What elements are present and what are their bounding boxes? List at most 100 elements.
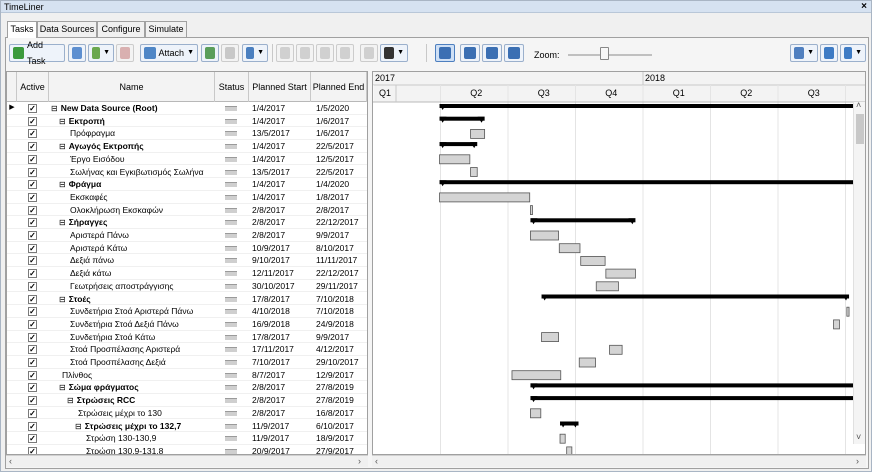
- task-name[interactable]: Σωλήνας και Εγκιβωτισμός Σωλήνα: [67, 166, 215, 180]
- planned-start-cell[interactable]: 11/9/2017: [252, 432, 289, 445]
- view-planned-button[interactable]: [460, 44, 480, 62]
- active-checkbox[interactable]: ✓: [28, 243, 37, 253]
- collapse-toggle-icon[interactable]: ⊟: [67, 396, 74, 405]
- tab-tasks[interactable]: Tasks: [7, 21, 37, 38]
- planned-end-cell[interactable]: 22/5/2017: [316, 140, 354, 153]
- view-actual-button[interactable]: [482, 44, 502, 62]
- planned-start-cell[interactable]: 2/8/2017: [252, 407, 285, 420]
- planned-start-cell[interactable]: 1/4/2017: [252, 102, 285, 115]
- table-row[interactable]: ✓ Σωλήνας και Εγκιβωτισμός Σωλήνα 13/5/201…: [7, 166, 367, 180]
- task-name[interactable]: ⊟ Φράγμα: [59, 178, 215, 192]
- filter-button[interactable]: ▼: [790, 44, 818, 62]
- planned-start-cell[interactable]: 8/7/2017: [252, 369, 285, 382]
- active-checkbox[interactable]: ✓: [28, 421, 37, 431]
- planned-start-cell[interactable]: 1/4/2017: [252, 140, 285, 153]
- planned-end-cell[interactable]: 18/9/2017: [316, 432, 354, 445]
- planned-start-cell[interactable]: 13/5/2017: [252, 127, 290, 140]
- active-checkbox[interactable]: ✓: [28, 294, 37, 304]
- table-row[interactable]: ✓ Γεωτρήσεις αποστράγγισης 30/10/2017 29/11…: [7, 280, 367, 293]
- planned-start-cell[interactable]: 9/10/2017: [252, 254, 290, 267]
- task-name[interactable]: Εκσκαφές: [67, 191, 215, 205]
- task-name[interactable]: ⊟ Στρώσεις μέχρι το 132,7: [75, 420, 215, 434]
- active-checkbox[interactable]: ✓: [28, 142, 37, 152]
- table-row[interactable]: ✓ Συνδετήρια Στοά Αριστερά Πάνω 4/10/2018 7…: [7, 305, 367, 319]
- table-row[interactable]: ✓ ⊟ Στοές 17/8/2017 7/10/2018: [7, 293, 367, 306]
- active-checkbox[interactable]: ✓: [28, 205, 37, 215]
- table-row[interactable]: ✓ ⊟ Στρώσεις μέχρι το 132,7 11/9/2017 6/10/2…: [7, 420, 367, 434]
- table-row[interactable]: ✓ Εκσκαφές 1/4/2017 1/8/2017: [7, 191, 367, 205]
- planned-start-cell[interactable]: 10/9/2017: [252, 242, 290, 255]
- table-row[interactable]: ▶ ✓ ⊟ New Data Source (Root) 1/4/2017 1/5/202…: [7, 102, 367, 115]
- planned-start-cell[interactable]: 13/5/2017: [252, 166, 290, 179]
- attach-button[interactable]: Attach ▼: [140, 44, 198, 62]
- task-name[interactable]: ⊟ Στρώσεις RCC: [67, 394, 215, 408]
- active-checkbox[interactable]: ✓: [28, 218, 37, 228]
- table-row[interactable]: ✓ Στρώσεις μέχρι το 130 2/8/2017 16/8/2017: [7, 407, 367, 421]
- view-both-button[interactable]: [504, 44, 524, 62]
- auto-attach-button[interactable]: [201, 44, 219, 62]
- move-up-button[interactable]: [276, 44, 294, 62]
- view-gantt-button[interactable]: [435, 44, 455, 62]
- planned-start-cell[interactable]: 2/8/2017: [252, 394, 285, 407]
- scrollbar-thumb[interactable]: [856, 114, 864, 144]
- active-checkbox[interactable]: ✓: [28, 358, 37, 367]
- collapse-toggle-icon[interactable]: ⊟: [51, 104, 58, 113]
- table-row[interactable]: ✓ ⊟ Φράγμα 1/4/2017 1/4/2020: [7, 178, 367, 192]
- planned-start-cell[interactable]: 1/4/2017: [252, 191, 285, 204]
- active-checkbox[interactable]: ✓: [28, 167, 37, 177]
- collapse-toggle-icon[interactable]: ⊟: [59, 180, 66, 189]
- scroll-down-icon[interactable]: ˅: [856, 432, 861, 442]
- planned-start-cell[interactable]: 2/8/2017: [252, 229, 285, 242]
- planned-end-cell[interactable]: 24/9/2018: [316, 318, 354, 331]
- planned-start-cell[interactable]: 16/9/2018: [252, 318, 290, 331]
- task-name[interactable]: Αριστερά Πάνω: [67, 229, 215, 243]
- active-checkbox[interactable]: ✓: [28, 256, 37, 266]
- table-row[interactable]: ✓ ⊟ Αγωγός Εκτροπής 1/4/2017 22/5/2017: [7, 140, 367, 153]
- task-name[interactable]: Στρώσεις μέχρι το 130: [75, 407, 215, 421]
- table-row[interactable]: ✓ ⊟ Στρώσεις RCC 2/8/2017 27/8/2019: [7, 394, 367, 408]
- table-row[interactable]: ✓ Αριστερά Πάνω 2/8/2017 9/9/2017: [7, 229, 367, 243]
- comment-button[interactable]: [360, 44, 378, 62]
- planned-end-cell[interactable]: 4/12/2017: [316, 343, 354, 356]
- table-row[interactable]: ✓ Δεξιά κάτω 12/11/2017 22/12/2017: [7, 267, 367, 281]
- table-row[interactable]: ✓ Έργο Εισόδου 1/4/2017 12/5/2017: [7, 153, 367, 166]
- table-row[interactable]: ✓ ⊟ Σήραγγες 2/8/2017 22/12/2017: [7, 216, 367, 230]
- planned-end-cell[interactable]: 12/5/2017: [316, 153, 354, 166]
- active-checkbox[interactable]: ✓: [28, 319, 37, 329]
- add-comment-button[interactable]: ▼: [88, 44, 114, 62]
- zoom-slider-track[interactable]: [568, 54, 652, 56]
- planned-start-cell[interactable]: 12/11/2017: [252, 267, 294, 280]
- table-row[interactable]: ✓ Πλίνθος 8/7/2017 12/9/2017: [7, 369, 367, 382]
- gantt-vertical-scrollbar[interactable]: ˄ ˅: [853, 100, 865, 444]
- active-checkbox[interactable]: ✓: [28, 434, 37, 444]
- active-checkbox[interactable]: ✓: [28, 269, 37, 279]
- active-checkbox[interactable]: ✓: [28, 104, 37, 113]
- scroll-up-icon[interactable]: ˄: [856, 100, 861, 110]
- task-name[interactable]: ⊟ Σήραγγες: [59, 216, 215, 230]
- planned-end-cell[interactable]: 6/10/2017: [316, 420, 354, 433]
- outdent-button[interactable]: [336, 44, 354, 62]
- task-name[interactable]: Συνδετήρια Στοά Αριστερά Πάνω: [67, 305, 215, 319]
- active-checkbox[interactable]: ✓: [28, 281, 37, 291]
- active-checkbox[interactable]: ✓: [28, 307, 37, 317]
- task-name[interactable]: Δεξιά κάτω: [67, 267, 215, 281]
- planned-end-cell[interactable]: 11/11/2017: [316, 254, 357, 267]
- column-header-planned-end[interactable]: Planned End: [311, 72, 367, 102]
- planned-end-cell[interactable]: 27/8/2019: [316, 381, 354, 394]
- active-checkbox[interactable]: ✓: [28, 129, 37, 139]
- task-name[interactable]: Στρώση 130-130,9: [83, 432, 215, 446]
- planned-end-cell[interactable]: 22/12/2017: [316, 216, 359, 229]
- add-task-button[interactable]: Add Task: [9, 40, 65, 66]
- planned-start-cell[interactable]: 1/4/2017: [252, 153, 285, 166]
- planned-end-cell[interactable]: 1/4/2020: [316, 178, 349, 191]
- planned-start-cell[interactable]: 1/4/2017: [252, 178, 285, 191]
- insert-task-button[interactable]: [68, 44, 86, 62]
- collapse-toggle-icon[interactable]: ⊟: [59, 218, 66, 227]
- planned-end-cell[interactable]: 2/8/2017: [316, 204, 349, 217]
- active-checkbox[interactable]: ✓: [28, 154, 37, 164]
- columns-button[interactable]: ▼: [380, 44, 408, 62]
- scroll-left-icon[interactable]: ‹: [375, 456, 378, 466]
- planned-end-cell[interactable]: 1/5/2020: [316, 102, 349, 115]
- move-down-button[interactable]: [296, 44, 314, 62]
- task-name[interactable]: Πρόφραγμα: [67, 127, 215, 141]
